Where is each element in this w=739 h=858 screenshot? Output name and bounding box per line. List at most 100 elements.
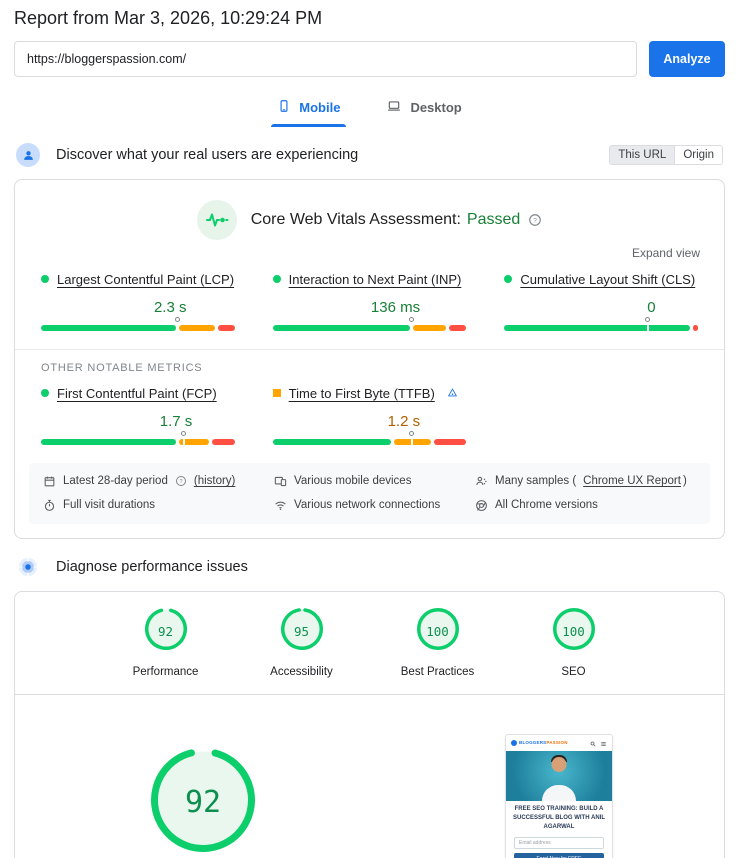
lcp-distribution-bar <box>41 316 235 331</box>
help-icon[interactable]: ? <box>175 475 187 487</box>
ttfb-status-dot <box>272 388 281 397</box>
inp-link[interactable]: Interaction to Next Paint (INP) <box>289 272 462 289</box>
fcp-seg-poor <box>212 438 235 445</box>
crux-meta-item: Various mobile devices <box>274 475 475 488</box>
tab-desktop[interactable]: Desktop <box>378 91 469 127</box>
crux-meta-item: Full visit durations <box>43 499 274 512</box>
thumb-hero-image <box>506 750 612 801</box>
expand-view-button[interactable]: Expand view <box>15 240 724 260</box>
other-metrics-label: OTHER NOTABLE METRICS <box>41 361 203 374</box>
thumb-headline: FREE SEO TRAINING: BUILD A SUCCESSFUL BL… <box>513 805 605 831</box>
crux-meta-text: Various network connections <box>294 499 441 512</box>
score-performance[interactable]: 92 Performance <box>122 607 210 678</box>
chrome-icon <box>475 499 488 512</box>
lcp-seg-good <box>41 324 177 331</box>
fcp-value: 1.7 s <box>159 412 193 430</box>
fcp-distribution-bar <box>41 430 235 445</box>
url-input[interactable] <box>14 41 637 77</box>
site-logo: BLOGGERSPASSION <box>519 740 568 746</box>
field-section-title: Discover what your real users are experi… <box>56 147 359 163</box>
page-screenshot-thumbnail[interactable]: BLOGGERSPASSION FREE SEO TRAINING: BUILD… <box>505 733 613 858</box>
core-metrics-row: Largest Contentful Paint (LCP) 2.3 s Inter… <box>15 260 724 331</box>
lighthouse-icon <box>16 555 40 579</box>
cls-link[interactable]: Cumulative Layout Shift (CLS) <box>520 272 695 289</box>
other-metrics-row: First Contentful Paint (FCP) 1.7 s Time to… <box>15 374 724 445</box>
score-seo-label: SEO <box>561 665 586 678</box>
cls-seg-poor <box>693 324 698 331</box>
page-title: Report from Mar 3, 2026, 10:29:24 PM <box>14 8 323 28</box>
experimental-icon <box>447 386 458 403</box>
thumb-email-field: Email address <box>514 836 604 849</box>
lab-section-title: Diagnose performance issues <box>56 558 248 575</box>
cwv-assessment: Core Web Vitals Assessment: Passed ? <box>15 180 724 240</box>
metric-fcp: First Contentful Paint (FCP) 1.7 s <box>41 386 235 445</box>
tab-mobile[interactable]: Mobile <box>269 91 348 127</box>
score-seo-value: 100 <box>562 623 585 639</box>
performance-gauge: 92 Performance <box>133 747 273 858</box>
score-accessibility-ring: 95 <box>280 607 323 655</box>
fcp-status-dot <box>41 388 49 397</box>
field-section-header: Discover what your real users are experi… <box>16 143 723 167</box>
crux-meta-link[interactable]: (history) <box>194 475 236 487</box>
lcp-value: 2.3 s <box>153 298 187 316</box>
metric-ttfb: Time to First Byte (TTFB) 1.2 s <box>272 386 467 445</box>
score-performance-label: Performance <box>132 665 199 678</box>
mobile-icon <box>277 99 291 116</box>
crux-meta-link[interactable]: Chrome UX Report <box>583 475 681 487</box>
crux-meta-item: Latest 28-day period? (history) <box>43 475 274 488</box>
performance-gauge-value: 92 <box>184 784 222 820</box>
pulse-icon <box>196 200 237 240</box>
scope-origin[interactable]: Origin <box>674 146 722 164</box>
crux-metadata: Latest 28-day period? (history) Various mo… <box>29 462 710 524</box>
lcp-link[interactable]: Largest Contentful Paint (LCP) <box>57 272 234 289</box>
score-seo-ring: 100 <box>552 607 595 655</box>
fcp-marker <box>181 430 187 436</box>
fcp-seg-good <box>41 438 177 445</box>
fcp-link[interactable]: First Contentful Paint (FCP) <box>57 386 217 403</box>
metric-cls: Cumulative Layout Shift (CLS) 0 <box>504 272 698 331</box>
svg-text:?: ? <box>533 217 537 224</box>
device-tabs: Mobile Desktop <box>14 91 725 127</box>
wifi-icon <box>274 499 287 512</box>
analyze-button[interactable]: Analyze <box>649 41 725 77</box>
cls-seg-good <box>504 324 691 331</box>
devices-icon <box>274 475 287 488</box>
ttfb-distribution-bar <box>272 430 467 445</box>
score-accessibility[interactable]: 95 Accessibility <box>258 607 346 678</box>
score-performance-value: 92 <box>157 623 174 639</box>
cwv-assessment-label: Core Web Vitals Assessment: <box>250 211 461 228</box>
tab-mobile-label: Mobile <box>299 100 341 115</box>
url-bar: Analyze <box>14 41 725 77</box>
scope-this-url[interactable]: This URL <box>610 146 675 164</box>
score-best-practices[interactable]: 100 Best Practices <box>394 607 482 678</box>
lcp-status-dot <box>41 275 49 283</box>
crux-meta-item: Various network connections <box>274 499 475 512</box>
score-seo[interactable]: 100 SEO <box>530 607 618 678</box>
crux-meta-text: Many samples ( <box>494 475 577 488</box>
cls-marker <box>644 316 650 322</box>
ttfb-link[interactable]: Time to First Byte (TTFB) <box>289 386 435 403</box>
ttfb-value: 1.2 s <box>387 412 421 430</box>
lab-divider <box>15 693 724 695</box>
site-logo-icon <box>511 739 517 746</box>
stopwatch-icon <box>43 499 56 512</box>
inp-seg-good <box>272 324 410 331</box>
crux-meta-text: All Chrome versions <box>494 499 598 512</box>
crux-meta-text: Various mobile devices <box>294 475 412 488</box>
cls-value: 0 <box>647 298 656 316</box>
svg-text:?: ? <box>179 479 182 485</box>
crux-meta-text: Latest 28-day period <box>63 475 168 488</box>
lcp-marker <box>175 316 181 322</box>
cwv-assessment-status: Passed <box>466 211 521 228</box>
lab-section-header: Diagnose performance issues <box>16 555 723 579</box>
help-icon[interactable]: ? <box>528 213 542 227</box>
inp-seg-poor <box>449 324 467 331</box>
lcp-seg-average <box>179 324 215 331</box>
score-accessibility-label: Accessibility <box>270 665 333 678</box>
inp-value: 136 ms <box>370 298 421 316</box>
crux-meta-item: Many samples (Chrome UX Report) <box>475 475 696 488</box>
performance-gauge-ring: 92 <box>133 747 273 857</box>
inp-distribution-bar <box>272 316 467 331</box>
ttfb-seg-poor <box>434 438 467 445</box>
ttfb-marker <box>409 430 415 436</box>
